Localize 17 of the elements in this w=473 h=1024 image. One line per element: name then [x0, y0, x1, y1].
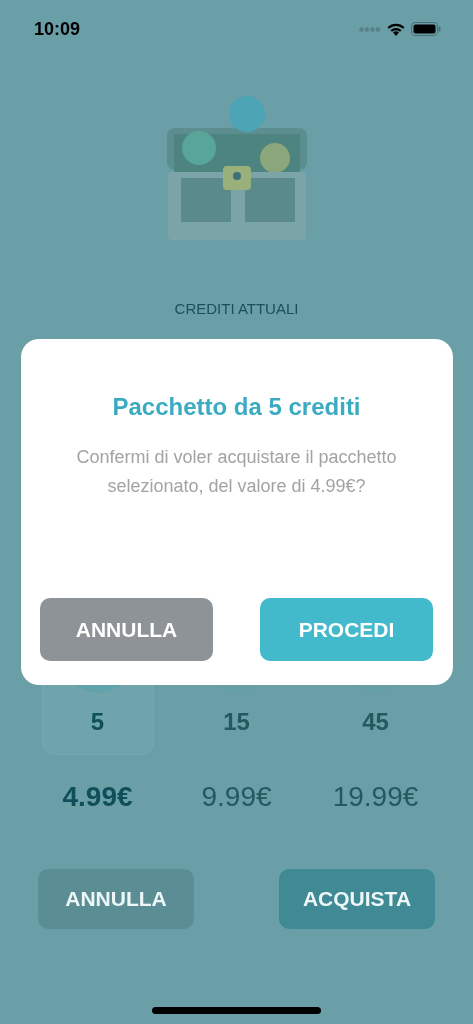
dialog-title: Pacchetto da 5 crediti	[112, 393, 361, 421]
dialog-message: Confermi di voler acquistare il pacchetto selezionato, del valore di 4.99€?	[75, 446, 398, 498]
proceed-button[interactable]: PROCEDI	[260, 598, 433, 661]
current-credits-label: CREDITI ATTUALI	[174, 300, 299, 317]
status-time: 10:09	[34, 18, 81, 40]
package-credits: 15	[223, 708, 250, 736]
buy-button[interactable]: ACQUISTA	[279, 869, 435, 929]
package-price: 9.99€	[201, 781, 272, 813]
wifi-icon	[387, 22, 405, 36]
package-price: 19.99€	[332, 781, 419, 813]
package-credits: 45	[362, 708, 389, 736]
cancel-button[interactable]: ANNULLA	[38, 869, 194, 929]
signal-icon	[359, 26, 381, 32]
battery-icon	[411, 22, 441, 36]
cancel-button[interactable]: ANNULLA	[40, 598, 213, 661]
package-credits: 5	[90, 708, 105, 736]
package-price: 4.99€	[62, 781, 133, 813]
